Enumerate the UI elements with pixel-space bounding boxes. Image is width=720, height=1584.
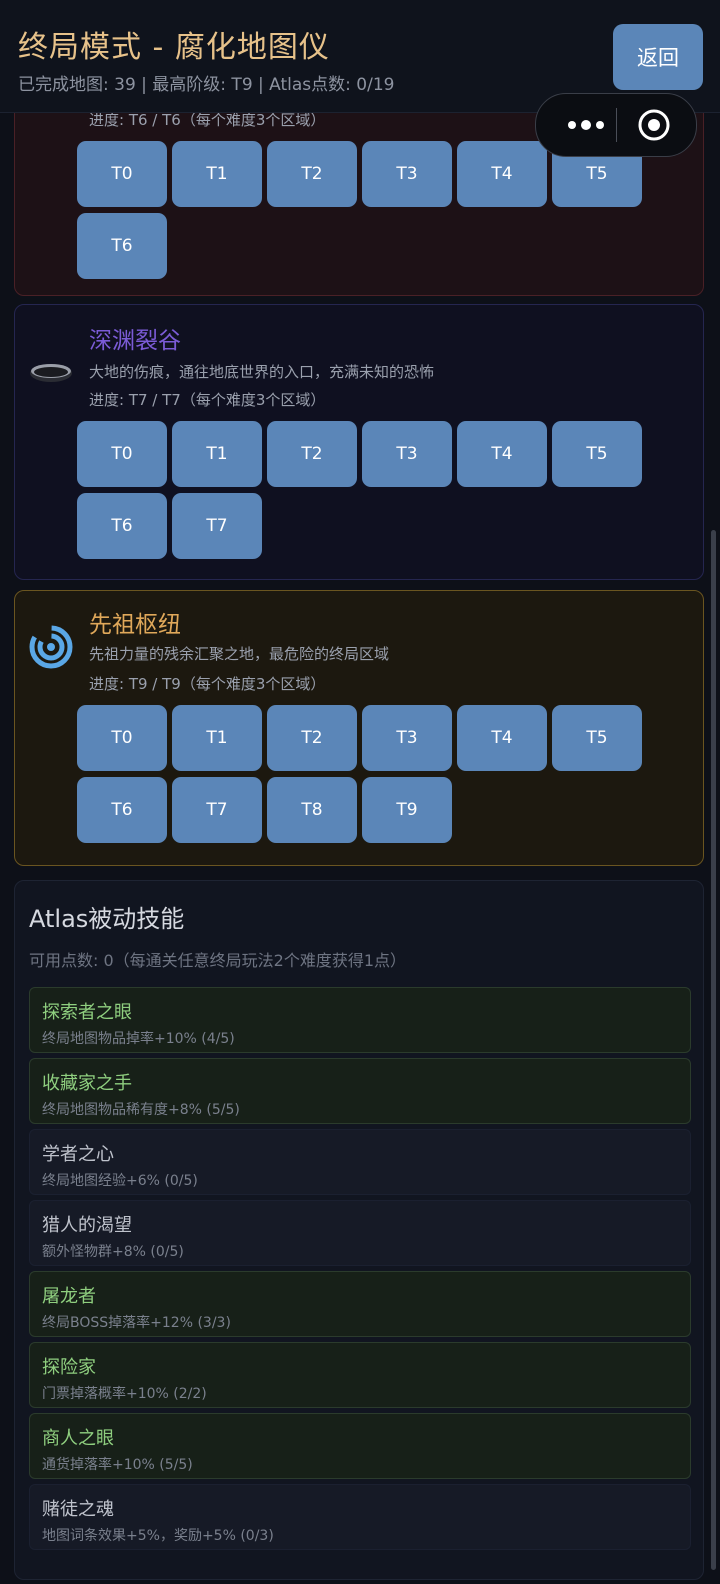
skill-name: 探索者之眼 (42, 1002, 132, 1023)
tier-button[interactable]: T6 (77, 493, 167, 559)
atlas-points: 可用点数: 0（每通关任意终局玩法2个难度获得1点） (29, 951, 407, 970)
skill-name: 探险家 (42, 1357, 96, 1378)
skill-item[interactable]: 赌徒之魂 地图词条效果+5%，奖励+5% (0/3) (29, 1484, 691, 1550)
tier-button[interactable]: T2 (267, 705, 357, 771)
tier-grid: T0 T1 T2 T3 T4 T5 T6 (77, 141, 657, 281)
scrollbar[interactable] (711, 530, 716, 1570)
tier-button[interactable]: T0 (77, 141, 167, 207)
region-description: 先祖力量的残余汇聚之地，最危险的终局区域 (89, 645, 390, 663)
more-icon[interactable] (556, 94, 616, 156)
tier-button[interactable]: T0 (77, 705, 167, 771)
back-button[interactable]: 返回 (613, 24, 703, 90)
close-target-icon[interactable] (636, 107, 672, 143)
tier-button[interactable]: T6 (77, 213, 167, 279)
skill-desc: 门票掉落概率+10% (2/2) (42, 1386, 207, 1402)
tier-grid: T0 T1 T2 T3 T4 T5 T6 T7 (77, 421, 657, 561)
skill-name: 商人之眼 (42, 1428, 114, 1449)
skill-desc: 终局地图物品稀有度+8% (5/5) (42, 1102, 240, 1118)
skill-name: 赌徒之魂 (42, 1499, 114, 1520)
skill-desc: 额外怪物群+8% (0/5) (42, 1244, 184, 1260)
region-title: 深渊裂谷 (89, 328, 181, 354)
skill-desc: 终局BOSS掉落率+12% (3/3) (42, 1315, 231, 1331)
skill-item[interactable]: 探险家 门票掉落概率+10% (2/2) (29, 1342, 691, 1408)
region-progress: 进度: T7 / T7（每个难度3个区域） (89, 391, 326, 409)
region-description: 大地的伤痕，通往地底世界的入口，充满未知的恐怖 (89, 363, 435, 381)
tier-button[interactable]: T5 (552, 705, 642, 771)
tier-grid: T0 T1 T2 T3 T4 T5 T6 T7 T8 T9 (77, 705, 657, 845)
scroll-content[interactable]: 进度: T6 / T6（每个难度3个区域） T0 T1 T2 T3 T4 T5 … (0, 0, 720, 1584)
page-subtitle: 已完成地图: 39 | 最高阶级: T9 | Atlas点数: 0/19 (18, 75, 395, 95)
skill-item[interactable]: 收藏家之手 终局地图物品稀有度+8% (5/5) (29, 1058, 691, 1124)
tier-button[interactable]: T3 (362, 705, 452, 771)
tier-button[interactable]: T7 (172, 493, 262, 559)
skill-desc: 地图词条效果+5%，奖励+5% (0/3) (42, 1528, 274, 1544)
tier-button[interactable]: T8 (267, 777, 357, 843)
skill-item[interactable]: 屠龙者 终局BOSS掉落率+12% (3/3) (29, 1271, 691, 1337)
tier-button[interactable]: T1 (172, 421, 262, 487)
page-title: 终局模式 - 腐化地图仪 (18, 30, 330, 65)
skill-item[interactable]: 学者之心 终局地图经验+6% (0/5) (29, 1129, 691, 1195)
tier-button[interactable]: T1 (172, 705, 262, 771)
region-card-abyss: 深渊裂谷 大地的伤痕，通往地底世界的入口，充满未知的恐怖 进度: T7 / T7… (14, 304, 704, 580)
skill-name: 猎人的渴望 (42, 1215, 132, 1236)
tier-button[interactable]: T4 (457, 141, 547, 207)
skill-desc: 终局地图经验+6% (0/5) (42, 1173, 198, 1189)
tier-button[interactable]: T6 (77, 777, 167, 843)
tier-button[interactable]: T0 (77, 421, 167, 487)
mini-program-capsule (535, 93, 697, 157)
skill-name: 屠龙者 (42, 1286, 96, 1307)
atlas-passives-panel: Atlas被动技能 可用点数: 0（每通关任意终局玩法2个难度获得1点） 探索者… (14, 880, 704, 1580)
tier-button[interactable]: T3 (362, 141, 452, 207)
tier-button[interactable]: T5 (552, 421, 642, 487)
tier-button[interactable]: T4 (457, 421, 547, 487)
tier-button[interactable]: T2 (267, 141, 357, 207)
skill-item[interactable]: 商人之眼 通货掉落率+10% (5/5) (29, 1413, 691, 1479)
skill-item[interactable]: 猎人的渴望 额外怪物群+8% (0/5) (29, 1200, 691, 1266)
atlas-title: Atlas被动技能 (29, 905, 185, 933)
skill-desc: 通货掉落率+10% (5/5) (42, 1457, 193, 1473)
tier-button[interactable]: T1 (172, 141, 262, 207)
chasm-icon (29, 349, 73, 393)
tier-button[interactable]: T3 (362, 421, 452, 487)
region-title: 先祖枢纽 (89, 612, 181, 638)
skill-name: 收藏家之手 (42, 1073, 132, 1094)
region-card-ancestral: 先祖枢纽 先祖力量的残余汇聚之地，最危险的终局区域 进度: T9 / T9（每个… (14, 590, 704, 866)
tier-button[interactable]: T4 (457, 705, 547, 771)
vortex-icon (29, 625, 73, 669)
region-progress: 进度: T9 / T9（每个难度3个区域） (89, 675, 326, 693)
tier-button[interactable]: T9 (362, 777, 452, 843)
skill-item[interactable]: 探索者之眼 终局地图物品掉率+10% (4/5) (29, 987, 691, 1053)
skill-name: 学者之心 (42, 1144, 114, 1165)
skill-desc: 终局地图物品掉率+10% (4/5) (42, 1031, 235, 1047)
capsule-divider (616, 108, 617, 142)
tier-button[interactable]: T7 (172, 777, 262, 843)
tier-button[interactable]: T2 (267, 421, 357, 487)
